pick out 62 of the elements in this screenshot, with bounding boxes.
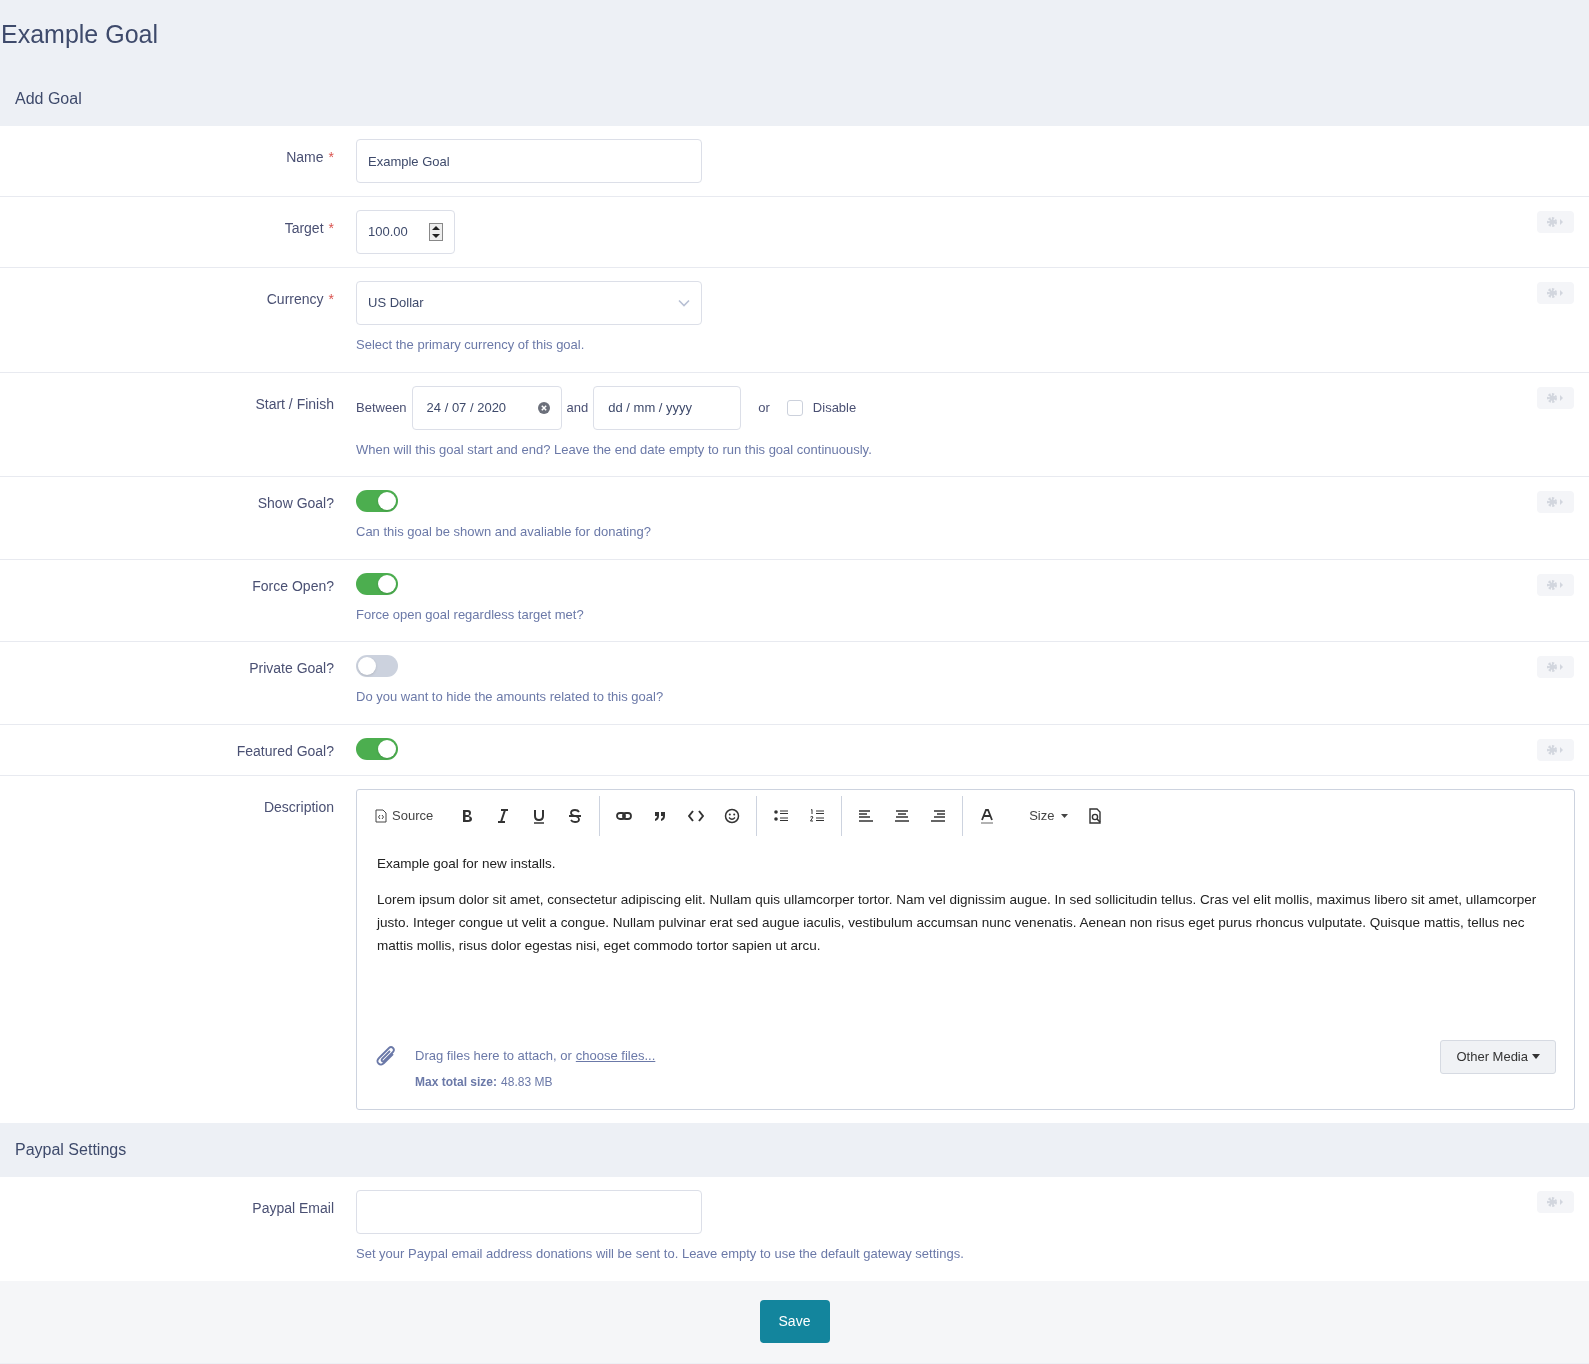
save-button[interactable]: Save — [759, 1300, 830, 1343]
section-title: Paypal Settings — [15, 1140, 127, 1160]
toggle-switch[interactable] — [356, 572, 398, 595]
paragraph: Lorem ipsum dolor sit amet, consectetur adipiscing elit. Nullam quis ullamcorper tortor. Nam vel dignissim augue. In sed sollicitudin tellus. Cras vel elit mollis, maximus libero sit amet, ullamcorper justo. Integer congue ut velit a congue. Nullam pulvinar erat sed augue iaculis, vestibulum accumsan nunc venenatis. Aenean non risus eget purus rhoncus vulputate. Quisque mattis, tellus nec mattis mollis, risus dolor egestas nisi, eget commodo tortor sapien ut arcu. — [377, 890, 1538, 955]
field-label: Name — [286, 148, 324, 167]
help-text: Force open goal regardless target met? — [356, 605, 585, 624]
gear-icon — [1545, 391, 1566, 404]
field-label: Paypal Email — [252, 1199, 334, 1218]
required-mark: * — [328, 148, 334, 167]
gear-icon — [1545, 661, 1566, 673]
field-label: Private Goal? — [249, 659, 334, 678]
page-title: Example Goal — [0, 19, 160, 50]
help-text: Set your Paypal email address donations will be sent to. Leave empty to use the default gateway settings. — [356, 1245, 965, 1263]
or-label: or — [758, 398, 770, 417]
text-field[interactable] — [356, 1190, 702, 1234]
clear-icon — [537, 401, 550, 414]
checkbox-label: Disable — [812, 398, 857, 417]
field-label: Currency — [266, 290, 324, 309]
paragraph: Example goal for new installs. — [377, 854, 557, 873]
max-size-value: 48.83 MB — [501, 1074, 553, 1091]
toggle-switch[interactable] — [356, 655, 398, 677]
required-mark: * — [328, 290, 334, 309]
rich-text-editor[interactable] — [356, 788, 1575, 1110]
help-text: Can this goal be shown and avaliable for donating? — [356, 523, 652, 541]
required-mark: * — [328, 219, 334, 238]
max-size-label: Max total size: — [415, 1074, 498, 1091]
toggle-switch[interactable] — [356, 737, 398, 760]
text-field[interactable]: Example Goal — [356, 139, 702, 183]
source-button[interactable]: Source — [373, 800, 436, 831]
attach-hint: Drag files here to attach, or — [415, 1046, 572, 1065]
field-label: Description — [263, 797, 334, 817]
gear-icon — [1545, 496, 1566, 508]
caret-icon — [1532, 1054, 1540, 1059]
field-label: Force Open? — [252, 576, 334, 596]
help-text: Select the primary currency of this goal. — [356, 336, 586, 354]
field-label: Show Goal? — [257, 494, 334, 513]
checkbox[interactable] — [786, 399, 803, 416]
and-label: and — [566, 398, 589, 417]
choose-files-link[interactable]: choose files... — [575, 1045, 656, 1065]
date-field[interactable]: dd / mm / yyyy — [593, 385, 742, 430]
document-icon — [375, 808, 387, 823]
section-title: Add Goal — [15, 89, 82, 109]
help-text: Do you want to hide the amounts related to this goal? — [356, 688, 665, 706]
size-dropdown[interactable]: Size — [1019, 800, 1078, 831]
field-label: Start / Finish — [255, 394, 334, 414]
other-media-button[interactable]: Other Media — [1440, 1039, 1556, 1074]
toggle-switch[interactable] — [356, 490, 398, 512]
chevron-down-icon — [678, 299, 690, 307]
gear-icon — [1545, 216, 1566, 228]
field-label: Featured Goal? — [236, 741, 334, 761]
gear-icon — [1545, 287, 1566, 299]
field-label: Target — [284, 219, 324, 238]
spinner-icon — [429, 223, 443, 241]
date-field[interactable]: 24 / 07 / 2020 — [411, 385, 562, 430]
caret-icon — [1060, 813, 1068, 818]
gear-icon — [1545, 1196, 1566, 1208]
number-field[interactable]: 100.00 — [356, 210, 455, 254]
gear-icon — [1545, 743, 1566, 756]
gear-icon — [1545, 578, 1566, 591]
between-label: Between — [356, 398, 407, 417]
select-field[interactable]: US Dollar — [356, 281, 702, 325]
help-text: When will this goal start and end? Leave the end date empty to run this goal continuously. — [356, 440, 873, 459]
